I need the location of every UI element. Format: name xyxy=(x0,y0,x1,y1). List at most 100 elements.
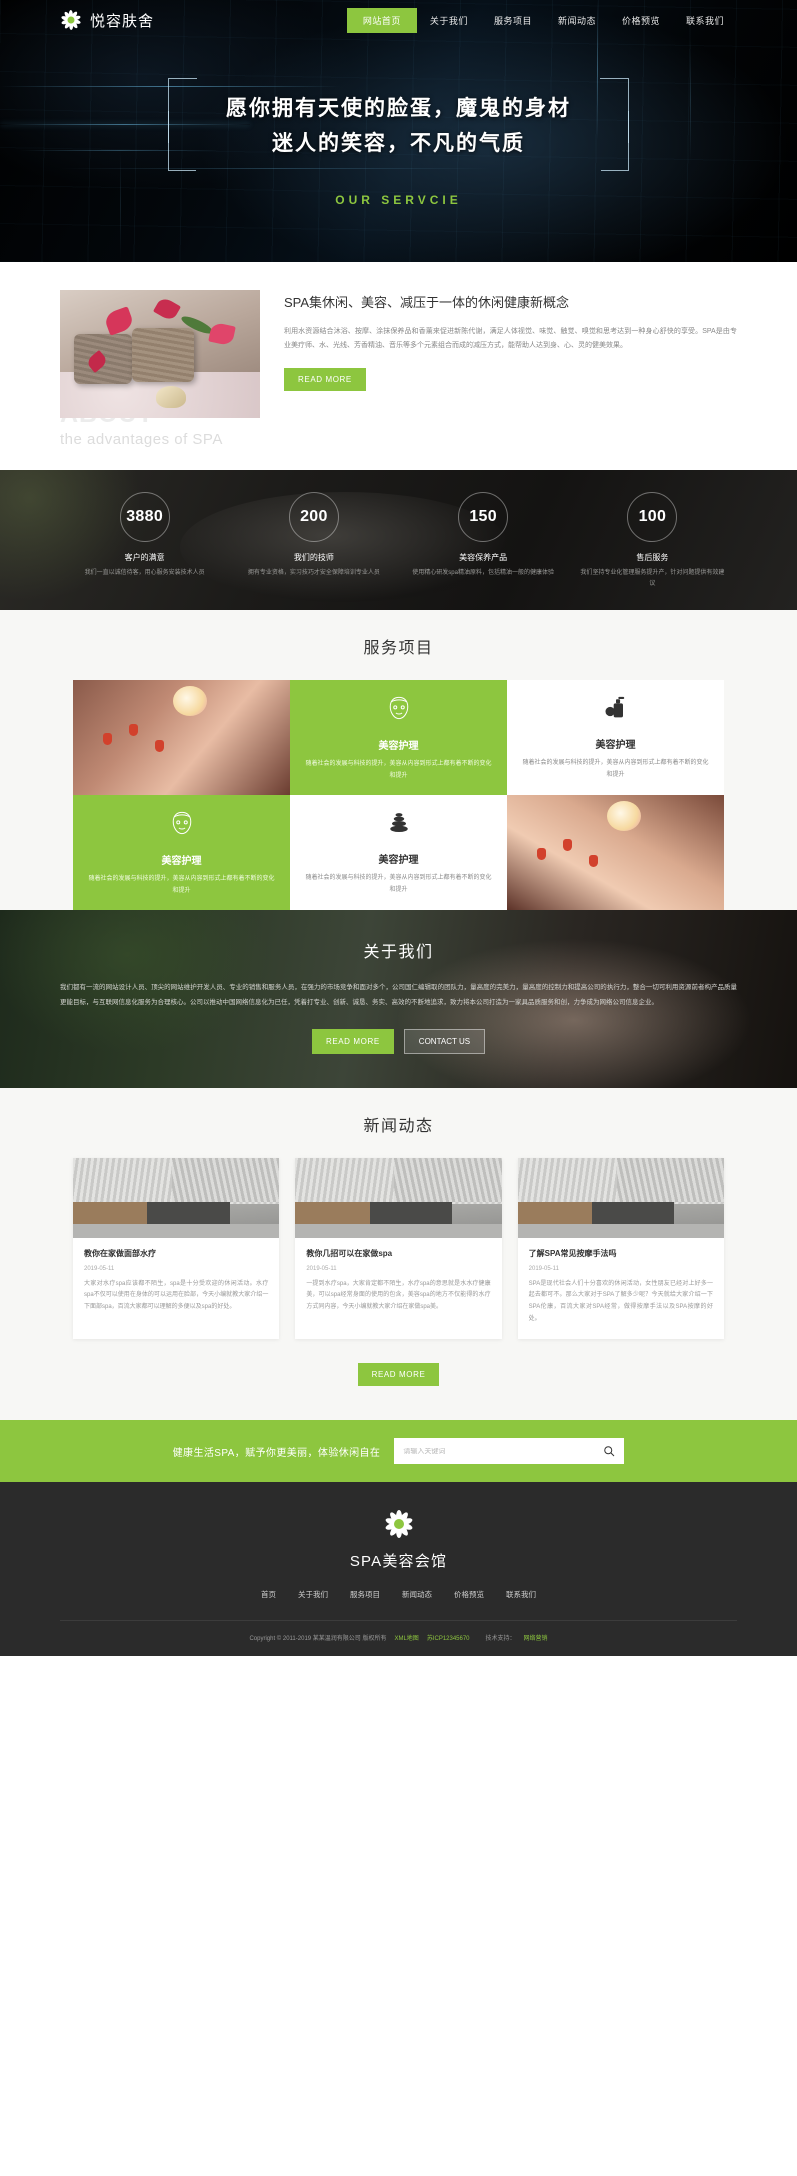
stat-number: 100 xyxy=(638,508,667,525)
service-card-desc: 随着社会的发展与科技的提升，美容从内容到形式上都有着不断的变化和提升 xyxy=(305,761,492,779)
flower-icon xyxy=(60,9,82,31)
news-card-date: 2019-05-11 xyxy=(84,1265,115,1272)
news-card-desc: 一提到水疗spa，大家肯定都不陌生，水疗spa的意思就是水水疗健康美，可以spa… xyxy=(306,1280,491,1310)
news-card[interactable]: 了解SPA常见按摩手法吗 2019-05-11 SPA是现代社会人们十分喜欢的休闲活… xyxy=(517,1157,724,1340)
spa-stones-icon xyxy=(385,809,413,842)
footer-link-1[interactable]: 苏ICP12345670 xyxy=(427,1636,470,1642)
support-link[interactable]: 网络营销 xyxy=(524,1633,548,1642)
subscribe-bar: 健康生活SPA，赋予你更美丽，体验休闲自在 xyxy=(0,1420,797,1483)
news-card-desc: SPA是现代社会人们十分喜欢的休闲活动，女性朋友已经对上好多一起去都可不。那么大… xyxy=(528,1280,713,1322)
search-input[interactable] xyxy=(403,1447,604,1455)
news-card-date: 2019-05-11 xyxy=(306,1265,337,1272)
news-image xyxy=(73,1157,280,1238)
aboutus-read-more-button[interactable]: READ MORE xyxy=(311,1028,394,1054)
brand-name: 悦容肤舍 xyxy=(90,12,155,30)
footer-nav-item-0[interactable]: 首页 xyxy=(261,1589,276,1600)
hero-content: 愿你拥有天使的脸蛋，魔鬼的身材 迷人的笑容，不凡的气质 OUR SERVCIE xyxy=(0,40,797,207)
news-read-more-button[interactable]: READ MORE xyxy=(357,1363,440,1387)
top-navigation-bar: 悦容肤舍 网站首页 关于我们 服务项目 新闻动态 价格预览 联系我们 xyxy=(0,0,797,40)
service-card-title: 美容护理 xyxy=(378,855,419,867)
footer-copyright-bar: Copyright © 2011-2019 某某温润有限公司 版权所有 XML地… xyxy=(60,1620,737,1656)
service-card[interactable]: 美容护理 随着社会的发展与科技的提升，美容从内容到形式上都有着不断的变化和提升 xyxy=(507,680,724,795)
nav-item-1[interactable]: 关于我们 xyxy=(417,8,481,33)
stat-circle: 150 xyxy=(458,492,509,542)
stat-label: 美容保养产品 xyxy=(459,553,508,562)
hero-headline-2: 迷人的笑容，不凡的气质 xyxy=(272,131,525,155)
nav-item-3[interactable]: 新闻动态 xyxy=(545,8,609,33)
about-title: SPA集休闲、美容、减压于一体的休闲健康新概念 xyxy=(284,295,570,310)
footer-nav-item-3[interactable]: 新闻动态 xyxy=(402,1589,432,1600)
subscribe-text: 健康生活SPA，赋予你更美丽，体验休闲自在 xyxy=(172,1447,381,1459)
stat-desc: 拥有专业资格，实习技巧才安全保障培训专业人员 xyxy=(247,570,380,576)
hero-frame: 愿你拥有天使的脸蛋，魔鬼的身材 迷人的笑容，不凡的气质 xyxy=(168,78,629,172)
footer-brand-name: SPA美容会馆 xyxy=(349,1553,448,1571)
news-title: 新闻动态 xyxy=(363,1117,434,1135)
news-image xyxy=(295,1157,502,1238)
hero-section: 悦容肤舍 网站首页 关于我们 服务项目 新闻动态 价格预览 联系我们 愿你拥有天使的脸蛋，… xyxy=(0,0,797,262)
news-card-title: 教你几招可以在家做spa xyxy=(306,1248,393,1258)
stat-number: 150 xyxy=(469,508,497,525)
search-box[interactable] xyxy=(394,1438,625,1465)
stat-label: 我们的技师 xyxy=(293,553,334,562)
news-card-title: 了解SPA常见按摩手法吗 xyxy=(528,1248,617,1258)
stat-item: 150 美容保养产品使用精心研发spa精油原料，包括精油一般的健康体验 xyxy=(399,492,568,590)
services-section: 服务项目 美容护理 随着社会的发展与科技的提升，美容从内容到形式上都有着不断的变化… xyxy=(0,610,797,910)
footer-nav-item-5[interactable]: 联系我们 xyxy=(506,1589,536,1600)
stat-circle: 100 xyxy=(627,492,678,542)
facial-mask-icon xyxy=(167,808,197,843)
stat-desc: 使用精心研发spa精油原料，包括精油一般的健康体验 xyxy=(412,570,554,576)
aboutus-title: 关于我们 xyxy=(363,944,434,961)
footer-nav: 首页 关于我们 服务项目 新闻动态 价格预览 联系我们 xyxy=(60,1589,737,1620)
search-icon[interactable] xyxy=(603,1445,615,1457)
news-card-desc: 大家对水疗spa应该都不陌生，spa是十分受欢迎的休闲活动。水疗spa不仅可以使… xyxy=(84,1280,269,1310)
stat-circle: 3880 xyxy=(119,492,170,542)
stat-desc: 我们一直以诚信待客，用心服务安装技术人员 xyxy=(84,570,205,576)
nav-item-5[interactable]: 联系我们 xyxy=(673,8,737,33)
service-card-title: 美容护理 xyxy=(595,740,636,752)
about-image xyxy=(60,290,260,418)
stat-number: 3880 xyxy=(126,508,164,525)
facial-mask-icon xyxy=(384,693,414,728)
aboutus-contact-button[interactable]: CONTACT US xyxy=(403,1028,486,1054)
service-card[interactable]: 美容护理随着社会的发展与科技的提升，美容从内容到形式上都有着不断的变化和提升 xyxy=(73,795,290,910)
nav-item-4[interactable]: 价格预览 xyxy=(609,8,673,33)
main-nav: 网站首页 关于我们 服务项目 新闻动态 价格预览 联系我们 xyxy=(346,7,737,33)
news-image xyxy=(517,1157,724,1238)
stat-circle: 200 xyxy=(288,492,339,542)
news-card[interactable]: 教你在家做面部水疗 2019-05-11 大家对水疗spa应该都不陌生，spa是十分… xyxy=(73,1157,280,1340)
stat-item: 100 售后服务 我们坚持专业化管理服务提升产，针对问题提供有效建议 xyxy=(568,492,737,590)
about-section: ABOUT the advantages of SPA SPA集休闲、美容、减压… xyxy=(0,262,797,470)
news-card[interactable]: 教你几招可以在家做spa 2019-05-11 一提到水疗spa，大家肯定都不陌生，… xyxy=(295,1157,502,1340)
service-photo xyxy=(507,795,724,910)
service-card[interactable]: 美容护理随着社会的发展与科技的提升，美容从内容到形式上都有着不断的变化和提升 xyxy=(290,795,507,910)
stat-label: 客户的满意 xyxy=(124,553,165,562)
nav-item-2[interactable]: 服务项目 xyxy=(481,8,545,33)
service-card-title: 美容护理 xyxy=(161,856,202,868)
hero-subtitle: OUR SERVCIE xyxy=(335,193,462,208)
service-photo xyxy=(73,680,290,795)
support-label: 技术支持： xyxy=(485,1636,516,1643)
footer-nav-item-4[interactable]: 价格预览 xyxy=(454,1589,484,1600)
about-body: 利用水资源结合沐浴、按摩、涂抹保养品和香薰来促进新陈代谢，满足人体视觉、味觉、触… xyxy=(284,327,737,350)
service-card-desc: 随着社会的发展与科技的提升，美容从内容到形式上都有着不断的变化和提升 xyxy=(88,876,275,894)
footer-nav-item-2[interactable]: 服务项目 xyxy=(350,1589,380,1600)
watermark-subtitle: the advantages of SPA xyxy=(60,431,223,448)
about-read-more-button[interactable]: READ MORE xyxy=(284,368,366,392)
news-card-title: 教你在家做面部水疗 xyxy=(84,1248,156,1258)
nav-item-0[interactable]: 网站首页 xyxy=(346,7,417,33)
site-footer: SPA美容会馆 首页 关于我们 服务项目 新闻动态 价格预览 联系我们 Copyright… xyxy=(0,1482,797,1657)
news-card-date: 2019-05-11 xyxy=(528,1265,559,1272)
service-card-desc: 随着社会的发展与科技的提升，美容从内容到形式上都有着不断的变化和提升 xyxy=(305,875,492,893)
footer-link-0[interactable]: XML地图 xyxy=(394,1636,418,1642)
brand-logo[interactable]: 悦容肤舍 xyxy=(60,9,154,31)
service-card[interactable]: 美容护理随着社会的发展与科技的提升，美容从内容到形式上都有着不断的变化和提升 xyxy=(290,680,507,795)
news-section: 新闻动态 教你在家做面部水疗 2019-05-11 大家对水疗spa应该都不陌生，s… xyxy=(0,1087,797,1421)
stat-label: 售后服务 xyxy=(636,553,669,562)
stats-section: 3880 客户的满意我们一直以诚信待客，用心服务安装技术人员 200 我们的技师拥有专… xyxy=(0,470,797,610)
copyright-text: Copyright © 2011-2019 某某温润有限公司 版权所有 xyxy=(249,1636,387,1643)
footer-nav-item-1[interactable]: 关于我们 xyxy=(298,1589,328,1600)
stat-item: 3880 客户的满意我们一直以诚信待客，用心服务安装技术人员 xyxy=(60,492,229,590)
service-card-title: 美容护理 xyxy=(378,741,419,753)
footer-logo xyxy=(60,1508,737,1540)
hero-headline-1: 愿你拥有天使的脸蛋，魔鬼的身材 xyxy=(226,97,571,120)
